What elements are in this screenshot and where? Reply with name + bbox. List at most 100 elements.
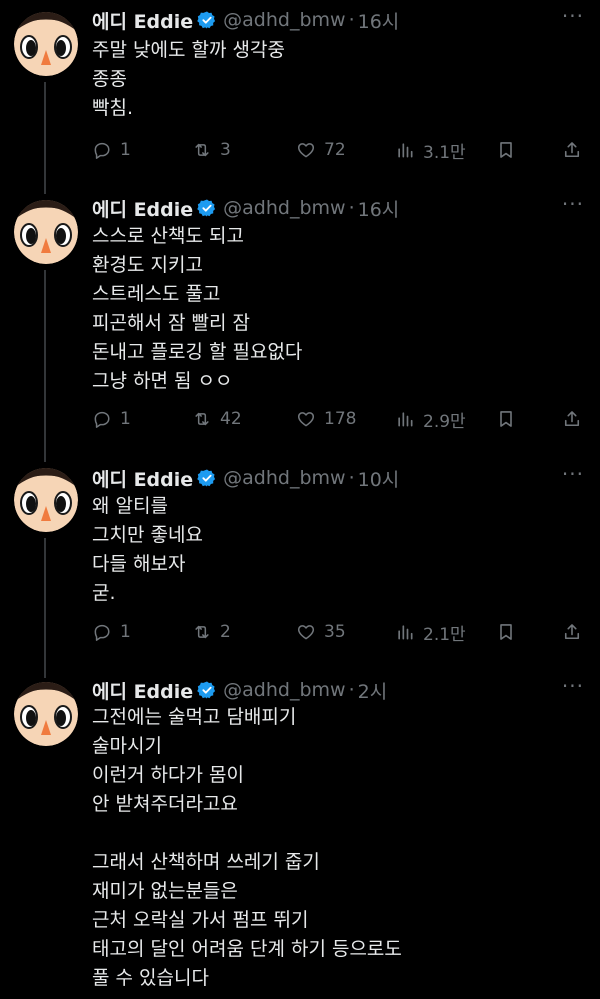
tweet[interactable]: 에디 Eddie @adhd_bmw · 16시 ··· 주말 낮에도 할까 생… — [0, 0, 600, 180]
tweet-line: 주말 낮에도 할까 생각중 — [92, 39, 285, 61]
more-icon[interactable]: ··· — [562, 674, 584, 698]
views-icon — [395, 409, 419, 429]
views-count: 2.9만 — [423, 411, 466, 432]
tweet-line: 빡침. — [92, 97, 133, 119]
share-button[interactable] — [562, 619, 590, 645]
more-icon[interactable]: ··· — [562, 462, 584, 486]
tweet-line: 안 받쳐주더라고요 — [92, 793, 238, 815]
tweet-line: 근처 오락실 가서 펌프 뛰기 — [92, 909, 309, 931]
tweet[interactable]: 에디 Eddie @adhd_bmw · 2시 ··· 그전에는 술먹고 담배피… — [0, 672, 600, 999]
handle[interactable]: @adhd_bmw — [223, 197, 345, 219]
tweet[interactable]: 에디 Eddie @adhd_bmw · 10시 ··· 왜 알티를 그치만 좋… — [0, 456, 600, 666]
heart-icon — [296, 140, 320, 160]
tweet[interactable]: 에디 Eddie @adhd_bmw · 16시 ··· 스스로 산책도 되고 … — [0, 188, 600, 458]
views-button[interactable]: 2.1만 — [395, 619, 466, 645]
bookmark-button[interactable] — [496, 137, 524, 163]
share-icon — [562, 409, 586, 429]
handle[interactable]: @adhd_bmw — [223, 467, 345, 489]
timestamp[interactable]: 16시 — [358, 7, 400, 34]
views-button[interactable]: 3.1만 — [395, 137, 466, 163]
tweet-text: 그전에는 술먹고 담배피기 술마시기 이런거 하다가 몸이 안 받쳐주더라고요 … — [92, 703, 402, 993]
avatar[interactable] — [14, 200, 78, 264]
verified-badge-icon — [197, 680, 217, 700]
retweet-icon — [192, 622, 216, 642]
tweet-text: 주말 낮에도 할까 생각중 종종 빡침. — [92, 36, 285, 123]
tweet-line: 굳. — [92, 582, 116, 604]
retweet-button[interactable]: 42 — [192, 406, 242, 432]
handle[interactable]: @adhd_bmw — [223, 679, 345, 701]
like-button[interactable]: 35 — [296, 619, 346, 645]
retweet-icon — [192, 140, 216, 160]
more-icon[interactable]: ··· — [562, 192, 584, 216]
share-icon — [562, 622, 586, 642]
reply-icon — [92, 622, 116, 642]
separator: · — [348, 467, 355, 489]
tweet-text: 왜 알티를 그치만 좋네요 다들 해보자 굳. — [92, 492, 203, 608]
verified-badge-icon — [197, 10, 217, 30]
action-bar: 1 42 178 2.9만 — [92, 406, 588, 432]
bookmark-icon — [496, 622, 520, 642]
more-icon[interactable]: ··· — [562, 4, 584, 28]
tweet-line: 왜 알티를 — [92, 495, 168, 517]
display-name[interactable]: 에디 Eddie — [92, 7, 193, 34]
tweet-header: 에디 Eddie @adhd_bmw · 10시 — [92, 464, 399, 492]
timestamp[interactable]: 10시 — [358, 465, 400, 492]
bookmark-button[interactable] — [496, 619, 524, 645]
tweet-header: 에디 Eddie @adhd_bmw · 16시 — [92, 6, 399, 34]
retweet-button[interactable]: 3 — [192, 137, 231, 163]
share-button[interactable] — [562, 406, 590, 432]
views-count: 3.1만 — [423, 142, 466, 163]
timestamp[interactable]: 16시 — [358, 195, 400, 222]
views-button[interactable]: 2.9만 — [395, 406, 466, 432]
retweet-count: 2 — [220, 622, 231, 642]
tweet-line: 그치만 좋네요 — [92, 524, 203, 546]
tweet-line — [92, 819, 402, 848]
handle[interactable]: @adhd_bmw — [223, 9, 345, 31]
tweet-line: 돈내고 플로깅 할 필요없다 — [92, 341, 303, 363]
timestamp[interactable]: 2시 — [358, 677, 388, 704]
tweet-line: 재미가 없는분들은 — [92, 880, 238, 902]
reply-icon — [92, 409, 116, 429]
like-count: 72 — [324, 140, 346, 160]
heart-icon — [296, 622, 320, 642]
share-icon — [562, 140, 586, 160]
views-icon — [395, 140, 419, 160]
tweet-line: 술마시기 — [92, 735, 162, 757]
avatar[interactable] — [14, 682, 78, 746]
tweet-line: 그냥 하면 됨 ㅇㅇ — [92, 370, 233, 392]
like-button[interactable]: 72 — [296, 137, 346, 163]
display-name[interactable]: 에디 Eddie — [92, 465, 193, 492]
bookmark-icon — [496, 409, 520, 429]
like-count: 178 — [324, 409, 357, 429]
display-name[interactable]: 에디 Eddie — [92, 677, 193, 704]
reply-button[interactable]: 1 — [92, 137, 131, 163]
tweet-header: 에디 Eddie @adhd_bmw · 2시 — [92, 676, 387, 704]
verified-badge-icon — [197, 198, 217, 218]
tweet-line: 종종 — [92, 68, 127, 90]
views-icon — [395, 622, 419, 642]
display-name[interactable]: 에디 Eddie — [92, 195, 193, 222]
like-count: 35 — [324, 622, 346, 642]
reply-button[interactable]: 1 — [92, 619, 131, 645]
separator: · — [348, 197, 355, 219]
avatar[interactable] — [14, 12, 78, 76]
reply-count: 1 — [120, 622, 131, 642]
avatar[interactable] — [14, 468, 78, 532]
tweet-line: 그전에는 술먹고 담배피기 — [92, 706, 297, 728]
retweet-count: 3 — [220, 140, 231, 160]
tweet-line: 피곤해서 잠 빨리 잠 — [92, 312, 250, 334]
action-bar: 1 3 72 3.1만 — [92, 137, 588, 163]
reply-button[interactable]: 1 — [92, 406, 131, 432]
tweet-line: 다들 해보자 — [92, 553, 186, 575]
heart-icon — [296, 409, 320, 429]
bookmark-button[interactable] — [496, 406, 524, 432]
share-button[interactable] — [562, 137, 590, 163]
tweet-line: 환경도 지키고 — [92, 254, 203, 276]
retweet-button[interactable]: 2 — [192, 619, 231, 645]
reply-count: 1 — [120, 409, 131, 429]
views-count: 2.1만 — [423, 624, 466, 645]
like-button[interactable]: 178 — [296, 406, 356, 432]
tweet-line: 태고의 달인 어려움 단계 하기 등으로도 — [92, 938, 402, 960]
tweet-line: 이런거 하다가 몸이 — [92, 764, 244, 786]
tweet-header: 에디 Eddie @adhd_bmw · 16시 — [92, 194, 399, 222]
